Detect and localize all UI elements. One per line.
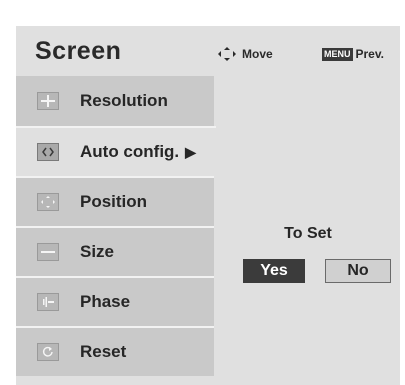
menu-item-auto-config[interactable]: Auto config. ▶ [16,126,216,176]
move-arrows-icon [218,47,236,61]
to-set-prompt: To Set [284,225,332,242]
menu-key-icon: MENU [322,47,353,61]
submenu-arrow-icon: ▶ [185,144,196,160]
no-button[interactable]: No [325,259,391,283]
menu-item-label: Size [80,242,115,261]
yes-button[interactable]: Yes [243,259,305,283]
prev-hint-label: Prev. [355,47,384,61]
move-hint-label: Move [242,47,273,61]
phase-icon [37,293,59,311]
content-panel: To Set Yes No [216,76,400,385]
menu-item-label: Position [80,192,148,211]
menu-item-label: Auto config. [80,142,180,161]
menu-item-label-wrap: Auto config. ▶ [80,142,196,162]
minus-icon [37,243,59,261]
menu-item-phase[interactable]: Phase [16,276,214,326]
menu-sidebar: Resolution Auto config. ▶ Position Size [16,76,216,376]
position-icon [37,193,59,211]
reset-icon [37,343,59,361]
menu-item-resolution[interactable]: Resolution [16,76,214,126]
plus-icon [37,92,59,110]
osd-window: Screen Move MENU Prev. Resolution Auto c… [16,26,400,385]
move-hint: Move [218,47,273,61]
menu-item-reset[interactable]: Reset [16,326,214,376]
menu-item-label: Resolution [80,91,168,110]
auto-config-icon [37,143,59,161]
menu-item-size[interactable]: Size [16,226,214,276]
menu-item-label: Reset [80,342,127,361]
page-title: Screen [35,37,122,65]
menu-item-label: Phase [80,292,131,311]
prev-hint: MENU Prev. [322,47,384,61]
menu-item-position[interactable]: Position [16,176,214,226]
